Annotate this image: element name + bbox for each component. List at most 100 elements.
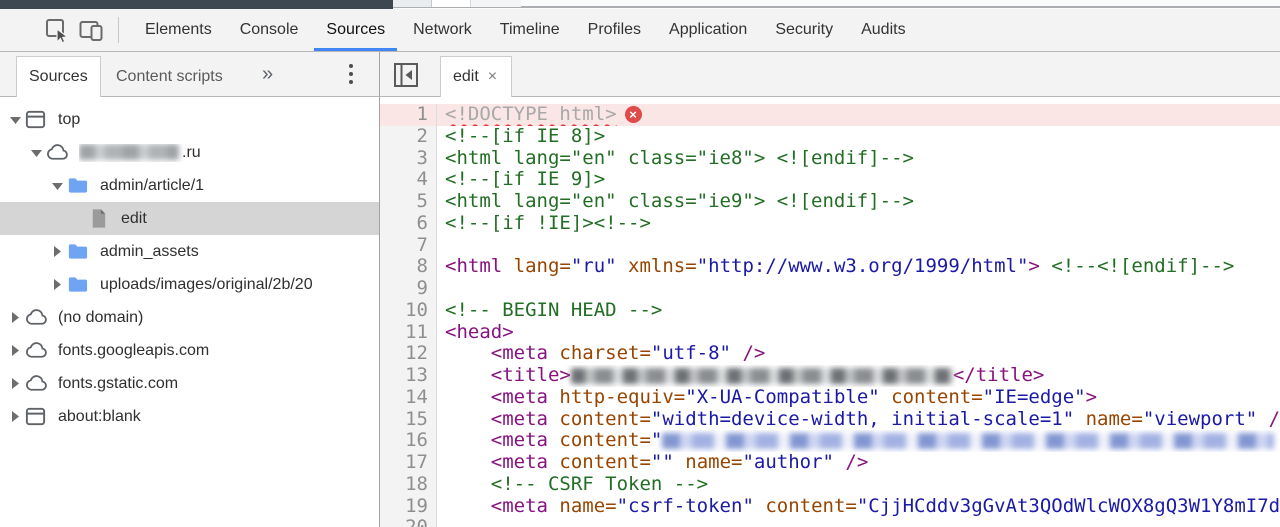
editor-file-tab[interactable]: edit × [440,56,512,97]
code-line-content [437,517,1280,527]
more-options-icon[interactable] [342,52,360,96]
line-number[interactable]: 5 [380,190,437,213]
code-line-content: <html lang="en" class="ie8"> <![endif]--… [445,147,914,169]
line-number[interactable]: 7 [380,234,437,257]
panel-tab-audits[interactable]: Audits [847,9,919,51]
line-number[interactable]: 8 [380,255,437,278]
tree-collapse-arrow-icon[interactable] [48,246,66,257]
code-line-11[interactable]: 11 <head> [380,321,1280,344]
code-line-content [437,278,1280,300]
line-number[interactable]: 16 [380,429,437,452]
tree-item-about-blank[interactable]: about:blank [0,400,379,433]
code-line-3[interactable]: 3 <html lang="en" class="ie8"> <![endif]-… [380,147,1280,170]
code-line-2[interactable]: 2 <!--[if IE 8]> [380,125,1280,148]
window-icon [24,108,58,131]
line-number[interactable]: 14 [380,386,437,409]
code-line-1[interactable]: 1 <!DOCTYPE html> × [380,103,1280,126]
panel-tab-security[interactable]: Security [761,9,847,51]
tree-collapse-arrow-icon[interactable] [48,279,66,290]
code-line-19[interactable]: 19 <meta name="csrf-token" content="CjjH… [380,495,1280,518]
inspect-element-icon[interactable] [40,9,74,51]
navigator-tab-content-scripts[interactable]: Content scripts [104,56,235,97]
cloud-icon [24,306,58,329]
line-number[interactable]: 20 [380,516,437,527]
code-line-14[interactable]: 14 <meta http-equiv="X-UA-Compatible" co… [380,386,1280,409]
line-number[interactable]: 15 [380,408,437,431]
line-number[interactable]: 10 [380,299,437,322]
line-number[interactable]: 17 [380,451,437,474]
code-line-18[interactable]: 18 <!-- CSRF Token --> [380,473,1280,496]
line-number[interactable]: 2 [380,125,437,148]
code-line-4[interactable]: 4 <!--[if IE 9]> [380,168,1280,191]
panel-tab-console[interactable]: Console [226,9,313,51]
navigator-tab-sources[interactable]: Sources [16,56,101,97]
tree-item-label: fonts.googleapis.com [58,341,210,359]
line-number[interactable]: 19 [380,495,437,518]
code-line-12[interactable]: 12 <meta charset="utf-8" /> [380,342,1280,365]
panel-tab-timeline[interactable]: Timeline [486,9,574,51]
code-line-15[interactable]: 15 <meta content="width=device-width, in… [380,408,1280,431]
tree-item-fonts-googleapis-com[interactable]: fonts.googleapis.com [0,334,379,367]
tree-collapse-arrow-icon[interactable] [6,345,24,356]
close-tab-icon[interactable]: × [488,69,497,85]
tree-expand-arrow-icon[interactable] [48,182,66,190]
line-number[interactable]: 4 [380,168,437,191]
line-number[interactable]: 3 [380,147,437,170]
panel-tab-elements[interactable]: Elements [131,9,226,51]
cloud-icon [45,141,79,164]
line-number[interactable]: 18 [380,473,437,496]
tree-item-admin-article-1[interactable]: admin/article/1 [0,169,379,202]
code-line-8[interactable]: 8 <html lang="ru" xmlns="http://www.w3.or… [380,255,1280,278]
source-editor[interactable]: 1 <!DOCTYPE html> × 2 <!--[if IE 8]> 3 <html l… [380,97,1280,527]
panel-tab-application[interactable]: Application [655,9,761,51]
tree-item-fonts-gstatic-com[interactable]: fonts.gstatic.com [0,367,379,400]
line-number[interactable]: 11 [380,321,437,344]
line-number[interactable]: 9 [380,277,437,300]
window-icon [24,405,58,428]
code-line-6[interactable]: 6 <!--[if !IE]><!--> [380,212,1280,235]
editor-tab-strip: edit × [380,52,1280,97]
tree-item-label: admin_assets [100,242,199,260]
panel-tab-network[interactable]: Network [399,9,486,51]
panel-tab-sources[interactable]: Sources [312,9,399,51]
browser-tab-segment [432,0,471,7]
code-line-7[interactable]: 7 [380,234,1280,257]
tree-item-no-domain[interactable]: (no domain) [0,301,379,334]
tree-item-ru[interactable]: .ru [0,136,379,169]
device-toolbar-icon[interactable] [74,9,108,51]
tree-collapse-arrow-icon[interactable] [6,411,24,422]
line-number[interactable]: 6 [380,212,437,235]
code-line-content: <meta content="width=device-width, initi… [490,408,1280,430]
browser-tab-segment [471,0,521,7]
panel-tab-profiles[interactable]: Profiles [574,9,655,51]
hide-navigator-icon[interactable] [392,61,420,89]
tree-expand-arrow-icon[interactable] [6,116,24,124]
tree-expand-arrow-icon[interactable] [27,149,45,157]
tree-collapse-arrow-icon[interactable] [6,378,24,389]
tree-item-label: admin/article/1 [100,176,205,194]
devtools-toolbar: Elements Console Sources Network Timeline Pro… [0,9,1280,52]
line-number[interactable]: 13 [380,364,437,387]
code-line-9[interactable]: 9 [380,277,1280,300]
error-badge-icon[interactable]: × [624,106,642,123]
tree-collapse-arrow-icon[interactable] [6,312,24,323]
code-line-10[interactable]: 10 <!-- BEGIN HEAD --> [380,299,1280,322]
code-line-17[interactable]: 17 <meta content="" name="author" /> [380,451,1280,474]
tree-item-edit[interactable]: edit [0,202,379,235]
tree-item-label: .ru [79,144,201,162]
tree-item-admin-assets[interactable]: admin_assets [0,235,379,268]
tree-item-top[interactable]: top [0,103,379,136]
line-number[interactable]: 1 [380,103,437,126]
code-line-5[interactable]: 5 <html lang="en" class="ie9"> <![endif]-… [380,190,1280,213]
code-line-content: <html lang="en" class="ie9"> <![endif]--… [445,191,914,212]
tree-item-uploads-images-original-2b-20[interactable]: uploads/images/original/2b/20 [0,268,379,301]
tree-item-label: uploads/images/original/2b/20 [100,275,313,293]
line-number[interactable]: 12 [380,342,437,365]
code-line-content [437,235,1280,257]
browser-chrome-strip [0,0,1280,9]
code-line-16[interactable]: 16 <meta content=" [380,429,1280,452]
code-line-20[interactable]: 20 [380,516,1280,527]
browser-tab-segment [393,0,432,7]
code-line-13[interactable]: 13 <title> </title> [380,364,1280,387]
tab-overflow-chevron-icon[interactable]: » [262,52,273,96]
